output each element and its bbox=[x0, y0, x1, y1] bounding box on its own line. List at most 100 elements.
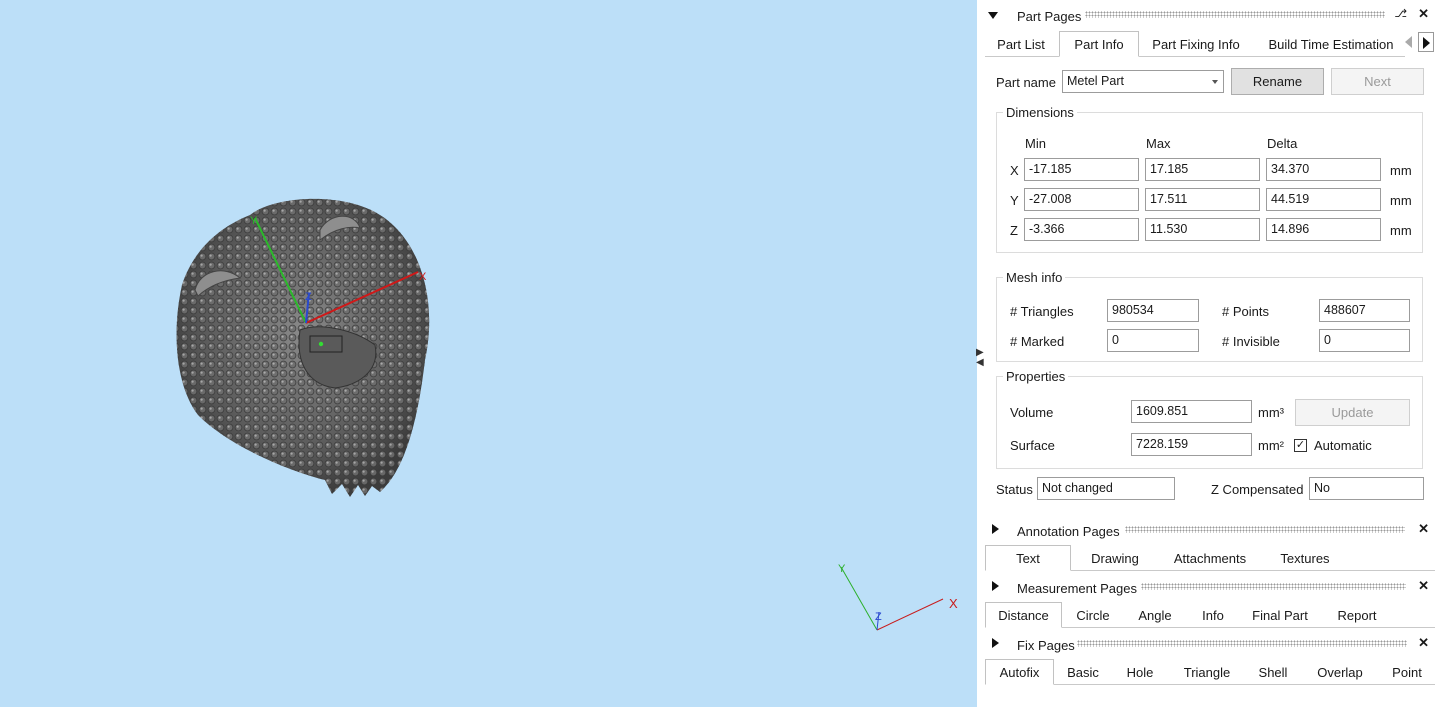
marked-field[interactable]: 0 bbox=[1107, 329, 1199, 352]
3d-viewport[interactable]: X Y Z X Y Z bbox=[0, 0, 977, 707]
tab-part-list[interactable]: Part List bbox=[989, 33, 1053, 57]
z-unit: mm bbox=[1390, 223, 1412, 238]
x-min-field[interactable]: -17.185 bbox=[1024, 158, 1139, 181]
triangles-label: # Triangles bbox=[1010, 304, 1074, 319]
tab-drawing[interactable]: Drawing bbox=[1079, 547, 1151, 571]
volume-unit: mm³ bbox=[1258, 405, 1284, 420]
pin-icon[interactable]: ⎇ bbox=[1394, 7, 1407, 20]
y-max-field[interactable]: 17.511 bbox=[1145, 188, 1260, 211]
x-delta-field[interactable]: 34.370 bbox=[1266, 158, 1381, 181]
y-delta-field[interactable]: 44.519 bbox=[1266, 188, 1381, 211]
tab-hole[interactable]: Hole bbox=[1121, 661, 1159, 685]
part-name-label: Part name bbox=[996, 75, 1056, 90]
tab-basic[interactable]: Basic bbox=[1060, 661, 1106, 685]
viewport-canvas[interactable]: X Y Z X Y Z bbox=[0, 0, 977, 707]
invisible-field[interactable]: 0 bbox=[1319, 329, 1410, 352]
tab-scroll-left-icon[interactable] bbox=[1400, 32, 1416, 52]
close-icon[interactable]: ✕ bbox=[1418, 6, 1429, 22]
row-x-label: X bbox=[1010, 163, 1019, 178]
row-z-label: Z bbox=[1010, 223, 1018, 238]
points-label: # Points bbox=[1222, 304, 1269, 319]
col-max-header: Max bbox=[1146, 136, 1171, 151]
part-pages-tabs: Part List Part Info Part Fixing Info Bui… bbox=[985, 31, 1405, 57]
tab-triangle[interactable]: Triangle bbox=[1179, 661, 1235, 685]
tab-overlap[interactable]: Overlap bbox=[1311, 661, 1369, 685]
next-button[interactable]: Next bbox=[1331, 68, 1424, 95]
tab-shell[interactable]: Shell bbox=[1251, 661, 1295, 685]
col-delta-header: Delta bbox=[1267, 136, 1298, 151]
tab-scroll-right-icon[interactable] bbox=[1418, 32, 1434, 52]
expand-triangle-icon[interactable] bbox=[992, 581, 999, 591]
points-field[interactable]: 488607 bbox=[1319, 299, 1410, 322]
z-compensated-label: Z Compensated bbox=[1211, 482, 1304, 497]
close-icon[interactable]: ✕ bbox=[1418, 521, 1429, 537]
tab-circle[interactable]: Circle bbox=[1068, 604, 1118, 628]
tab-info[interactable]: Info bbox=[1195, 604, 1231, 628]
surface-label: Surface bbox=[1010, 438, 1055, 453]
part-pages-header[interactable]: Part Pages ⎇ ✕ bbox=[985, 6, 1435, 26]
tab-part-info[interactable]: Part Info bbox=[1059, 31, 1139, 57]
volume-field[interactable]: 1609.851 bbox=[1131, 400, 1252, 423]
tab-attachments[interactable]: Attachments bbox=[1165, 547, 1255, 571]
grip-handle[interactable] bbox=[1141, 583, 1406, 590]
triad-x-label: X bbox=[949, 596, 958, 611]
tab-autofix[interactable]: Autofix bbox=[985, 659, 1054, 685]
grip-handle[interactable] bbox=[1085, 11, 1385, 18]
marked-label: # Marked bbox=[1010, 334, 1065, 349]
tab-build-time-estimation[interactable]: Build Time Estimation bbox=[1261, 33, 1401, 57]
tab-point[interactable]: Point bbox=[1385, 661, 1429, 685]
triangles-field[interactable]: 980534 bbox=[1107, 299, 1199, 322]
measurement-pages-header[interactable]: Measurement Pages ✕ bbox=[985, 578, 1435, 598]
y-min-field[interactable]: -27.008 bbox=[1024, 188, 1139, 211]
invisible-label: # Invisible bbox=[1222, 334, 1280, 349]
model-axis-z-label: Z bbox=[305, 291, 312, 303]
lion-head-model[interactable] bbox=[176, 198, 430, 498]
z-delta-field[interactable]: 14.896 bbox=[1266, 218, 1381, 241]
splitter-handle[interactable]: ▶ ◀ bbox=[976, 348, 984, 368]
z-min-field[interactable]: -3.366 bbox=[1024, 218, 1139, 241]
tab-part-fixing-info[interactable]: Part Fixing Info bbox=[1145, 33, 1247, 57]
expand-triangle-icon[interactable] bbox=[992, 524, 999, 534]
tab-report[interactable]: Report bbox=[1329, 604, 1385, 628]
rename-button[interactable]: Rename bbox=[1231, 68, 1324, 95]
close-icon[interactable]: ✕ bbox=[1418, 635, 1429, 651]
grip-handle[interactable] bbox=[1125, 526, 1405, 533]
model-axis-x-label: X bbox=[419, 271, 427, 283]
automatic-checkbox[interactable]: ✓ bbox=[1294, 439, 1307, 452]
annotation-pages-header[interactable]: Annotation Pages ✕ bbox=[985, 521, 1435, 541]
fix-pages-tabs: Autofix Basic Hole Triangle Shell Overla… bbox=[985, 659, 1435, 685]
status-field[interactable]: Not changed bbox=[1037, 477, 1175, 500]
chevron-down-icon bbox=[1212, 80, 1218, 84]
row-y-label: Y bbox=[1010, 193, 1019, 208]
part-pages-title: Part Pages bbox=[1017, 9, 1082, 24]
grip-handle[interactable] bbox=[1077, 640, 1407, 647]
fix-pages-header[interactable]: Fix Pages ✕ bbox=[985, 635, 1435, 655]
part-name-combo[interactable]: Metel Part bbox=[1062, 70, 1224, 93]
mesh-info-title: Mesh info bbox=[1003, 270, 1066, 285]
x-max-field[interactable]: 17.185 bbox=[1145, 158, 1260, 181]
properties-title: Properties bbox=[1003, 369, 1069, 384]
part-name-value: Metel Part bbox=[1067, 74, 1124, 88]
z-compensated-field[interactable]: No bbox=[1309, 477, 1424, 500]
close-icon[interactable]: ✕ bbox=[1418, 578, 1429, 594]
tab-distance[interactable]: Distance bbox=[985, 602, 1062, 628]
tab-angle[interactable]: Angle bbox=[1132, 604, 1178, 628]
collapse-triangle-icon[interactable] bbox=[988, 12, 998, 19]
annotation-pages-tabs: Text Drawing Attachments Textures bbox=[985, 545, 1435, 571]
orientation-triad: X Y Z bbox=[838, 563, 958, 631]
tab-textures[interactable]: Textures bbox=[1270, 547, 1340, 571]
surface-field[interactable]: 7228.159 bbox=[1131, 433, 1252, 456]
triad-y-label: Y bbox=[838, 563, 846, 575]
update-button[interactable]: Update bbox=[1295, 399, 1410, 426]
measurement-pages-title: Measurement Pages bbox=[1017, 581, 1137, 596]
status-label: Status bbox=[996, 482, 1033, 497]
expand-triangle-icon[interactable] bbox=[992, 638, 999, 648]
y-unit: mm bbox=[1390, 193, 1412, 208]
automatic-label: Automatic bbox=[1314, 438, 1372, 453]
tab-final-part[interactable]: Final Part bbox=[1247, 604, 1313, 628]
tab-text[interactable]: Text bbox=[985, 545, 1071, 571]
measurement-pages-tabs: Distance Circle Angle Info Final Part Re… bbox=[985, 602, 1435, 628]
annotation-pages-title: Annotation Pages bbox=[1017, 524, 1120, 539]
col-min-header: Min bbox=[1025, 136, 1046, 151]
z-max-field[interactable]: 11.530 bbox=[1145, 218, 1260, 241]
